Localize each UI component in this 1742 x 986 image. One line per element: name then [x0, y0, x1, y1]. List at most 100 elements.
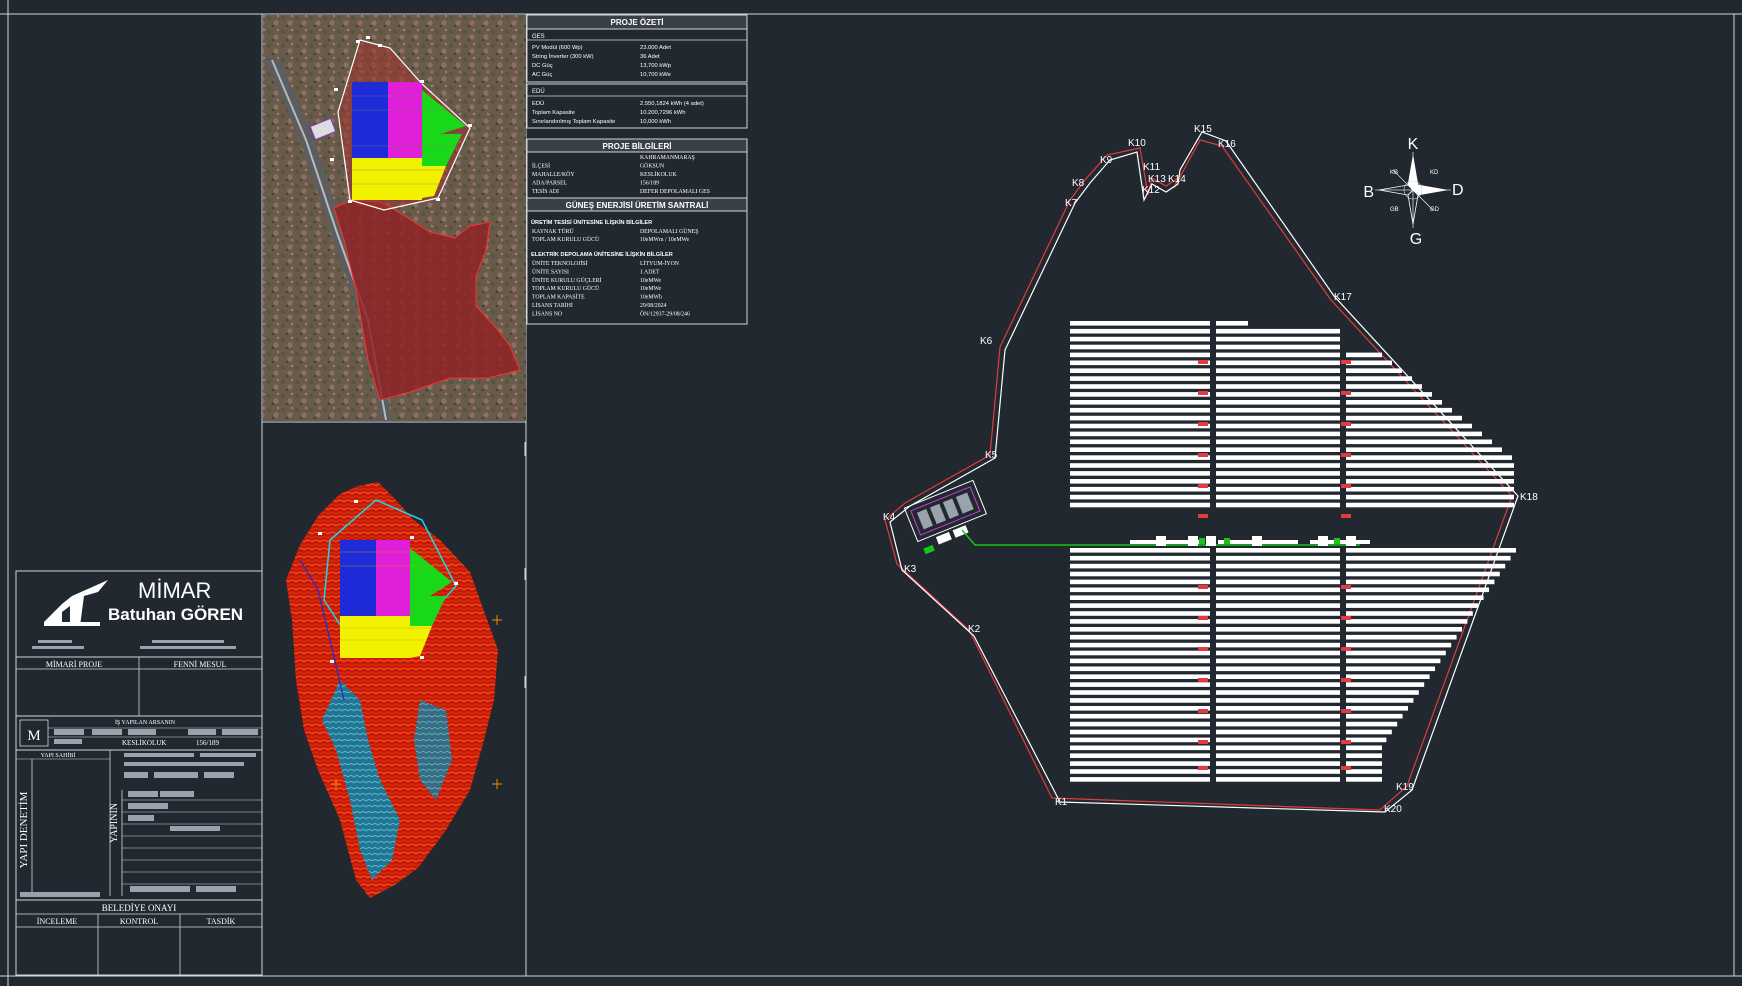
pv-panel-row	[1070, 368, 1210, 373]
pv-panel-row	[1070, 479, 1210, 484]
pv-panel-row	[1346, 352, 1382, 358]
pv-panel-row	[1070, 627, 1210, 632]
pv-panel-row	[1070, 431, 1210, 437]
pv-panel-row	[1346, 777, 1382, 782]
pv-panel-row	[1216, 721, 1340, 727]
pv-panel-row	[1346, 579, 1495, 585]
inverter-marker	[1198, 585, 1208, 589]
pv-panel-row	[1070, 494, 1210, 500]
pv-panel-row	[1216, 729, 1340, 735]
boundary-point-label: K3	[904, 564, 917, 575]
pv-panel-row	[1216, 431, 1340, 437]
boundary-point-label: K2	[968, 624, 981, 635]
inverter-marker	[1341, 514, 1351, 518]
table-row-key: DC Güç	[532, 63, 553, 69]
pv-panel-row	[1070, 579, 1210, 585]
pv-panel-row	[1346, 463, 1514, 468]
inverter-marker	[1198, 740, 1208, 744]
table-row-value: KESLİKOLUK	[640, 171, 678, 178]
solar-plant-title: GÜNEŞ ENERJİSİ ÜRETİM SANTRALİ	[566, 201, 709, 210]
pv-panel-row	[1346, 548, 1516, 553]
pv-panel-row	[1216, 555, 1340, 561]
pv-panel-row	[1216, 328, 1340, 334]
pv-panel-row	[1216, 455, 1340, 460]
pv-panel-row	[1346, 423, 1472, 429]
pv-panel-row	[1346, 729, 1392, 735]
pv-panel-row	[1346, 690, 1419, 695]
building-inspection-label: YAPI DENETİM	[18, 791, 30, 868]
inverter-marker	[1341, 740, 1351, 744]
pv-panel-row	[1216, 486, 1340, 492]
pv-panel-row	[1216, 706, 1340, 711]
pv-panel-row	[1216, 698, 1340, 703]
boundary-point-label: K1	[1055, 797, 1068, 808]
table-row-value: 156/189	[640, 181, 659, 187]
table-row-key: LİSANS NO	[532, 310, 562, 317]
pv-panel-row	[1346, 603, 1479, 608]
pv-panel-row	[1070, 548, 1210, 553]
pv-panel-row	[1070, 737, 1210, 743]
inverter-marker	[1198, 422, 1208, 426]
pv-panel-row	[1070, 571, 1210, 577]
boundary-point-label: K7	[1065, 198, 1078, 209]
pv-panel-row	[1070, 619, 1210, 624]
pv-panel-row	[1216, 548, 1340, 553]
inverter-marker	[1198, 453, 1208, 457]
inverter-marker	[1341, 585, 1351, 589]
inverter-marker	[1341, 484, 1351, 488]
pv-panel-row	[1346, 368, 1402, 373]
pv-panel-row	[1216, 439, 1340, 445]
approval-label: TASDİK	[207, 917, 236, 926]
pv-panel-row	[1346, 666, 1435, 672]
table-row-key: PV Modül (600 Wp)	[532, 45, 583, 51]
pv-panel-row	[1070, 502, 1210, 508]
pv-panel-row	[1216, 650, 1340, 656]
pv-panel-row	[1346, 479, 1514, 484]
architect-name: Batuhan GÖREN	[108, 605, 243, 624]
ges-header: GES	[532, 34, 545, 40]
pv-panel-row	[1346, 634, 1457, 640]
pv-panel-row	[1070, 634, 1210, 640]
pv-panel-row	[1216, 494, 1340, 500]
pv-panel-row	[1216, 376, 1340, 381]
control-label: KONTROL	[120, 917, 158, 926]
boundary-point-label: K18	[1520, 492, 1538, 503]
m-letter: M	[27, 728, 40, 744]
pv-panel-row	[1070, 674, 1210, 679]
table-row-value: 29/08/2024	[640, 303, 667, 309]
table-row-value: 10eMWe	[640, 278, 662, 284]
pv-panel-row	[1070, 729, 1210, 735]
pv-panel-row	[1346, 502, 1514, 508]
pv-panel-row	[1070, 761, 1210, 766]
pv-panel-row	[1070, 455, 1210, 460]
pv-panel-row	[1346, 650, 1446, 656]
pv-panel-row	[1070, 603, 1210, 608]
table-row-key: ADA/PARSEL	[532, 181, 568, 187]
pv-panel-row	[1346, 721, 1398, 727]
pv-panel-row	[1216, 321, 1248, 326]
pv-panel-row	[1070, 352, 1210, 358]
pv-panel-row	[1070, 769, 1210, 774]
pv-panel-row	[1216, 713, 1340, 719]
pv-panel-row	[1216, 627, 1340, 632]
pv-panel-row	[1070, 611, 1210, 616]
table-row-key: String İnverter (300 kW)	[532, 53, 594, 60]
logo-word: MİMAR	[138, 578, 211, 603]
pv-panel-row	[1216, 360, 1340, 366]
pv-panel-row	[1070, 745, 1210, 751]
pv-panel-row	[1346, 674, 1430, 679]
project-summary-title: PROJE ÖZETİ	[611, 18, 664, 27]
pv-panel-row	[1070, 587, 1210, 593]
building-label: YAPININ	[109, 803, 120, 843]
boundary-point-label: K6	[980, 336, 993, 347]
pv-panel-row	[1216, 423, 1340, 429]
sheet-frame	[0, 0, 1742, 986]
boundary-point-label: K20	[1384, 804, 1402, 815]
inverter-marker	[1198, 360, 1208, 364]
pv-panel-row	[1070, 706, 1210, 711]
pv-panel-row	[1216, 674, 1340, 679]
pv-panel-row	[1216, 368, 1340, 373]
table-row-value: 36 Adet	[640, 54, 660, 60]
pv-panel-row	[1216, 384, 1340, 389]
pv-panel-row	[1216, 571, 1340, 577]
